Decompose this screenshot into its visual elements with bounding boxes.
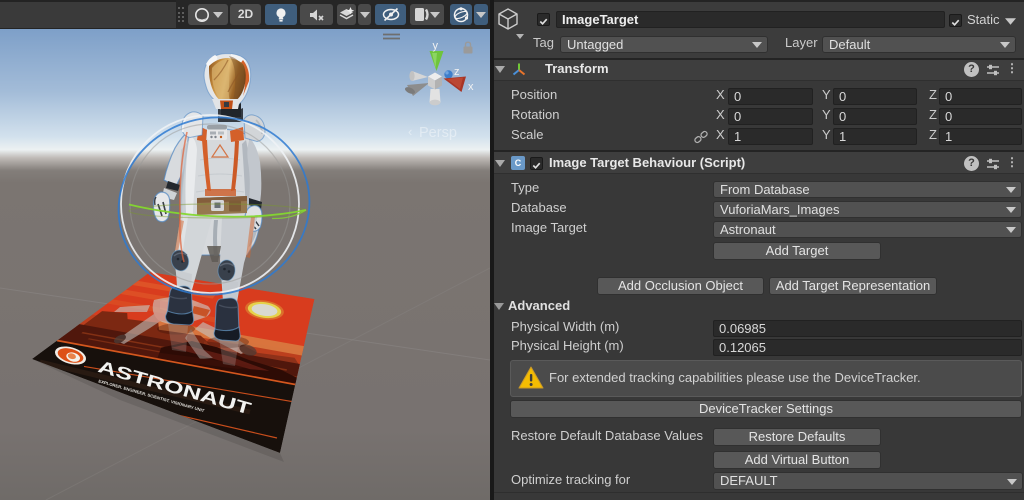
svg-text:y: y — [433, 40, 439, 52]
svg-text:‹: ‹ — [408, 124, 412, 139]
svg-text:x: x — [468, 81, 474, 93]
svg-text:Persp: Persp — [419, 125, 457, 141]
svg-text:z: z — [454, 66, 460, 78]
